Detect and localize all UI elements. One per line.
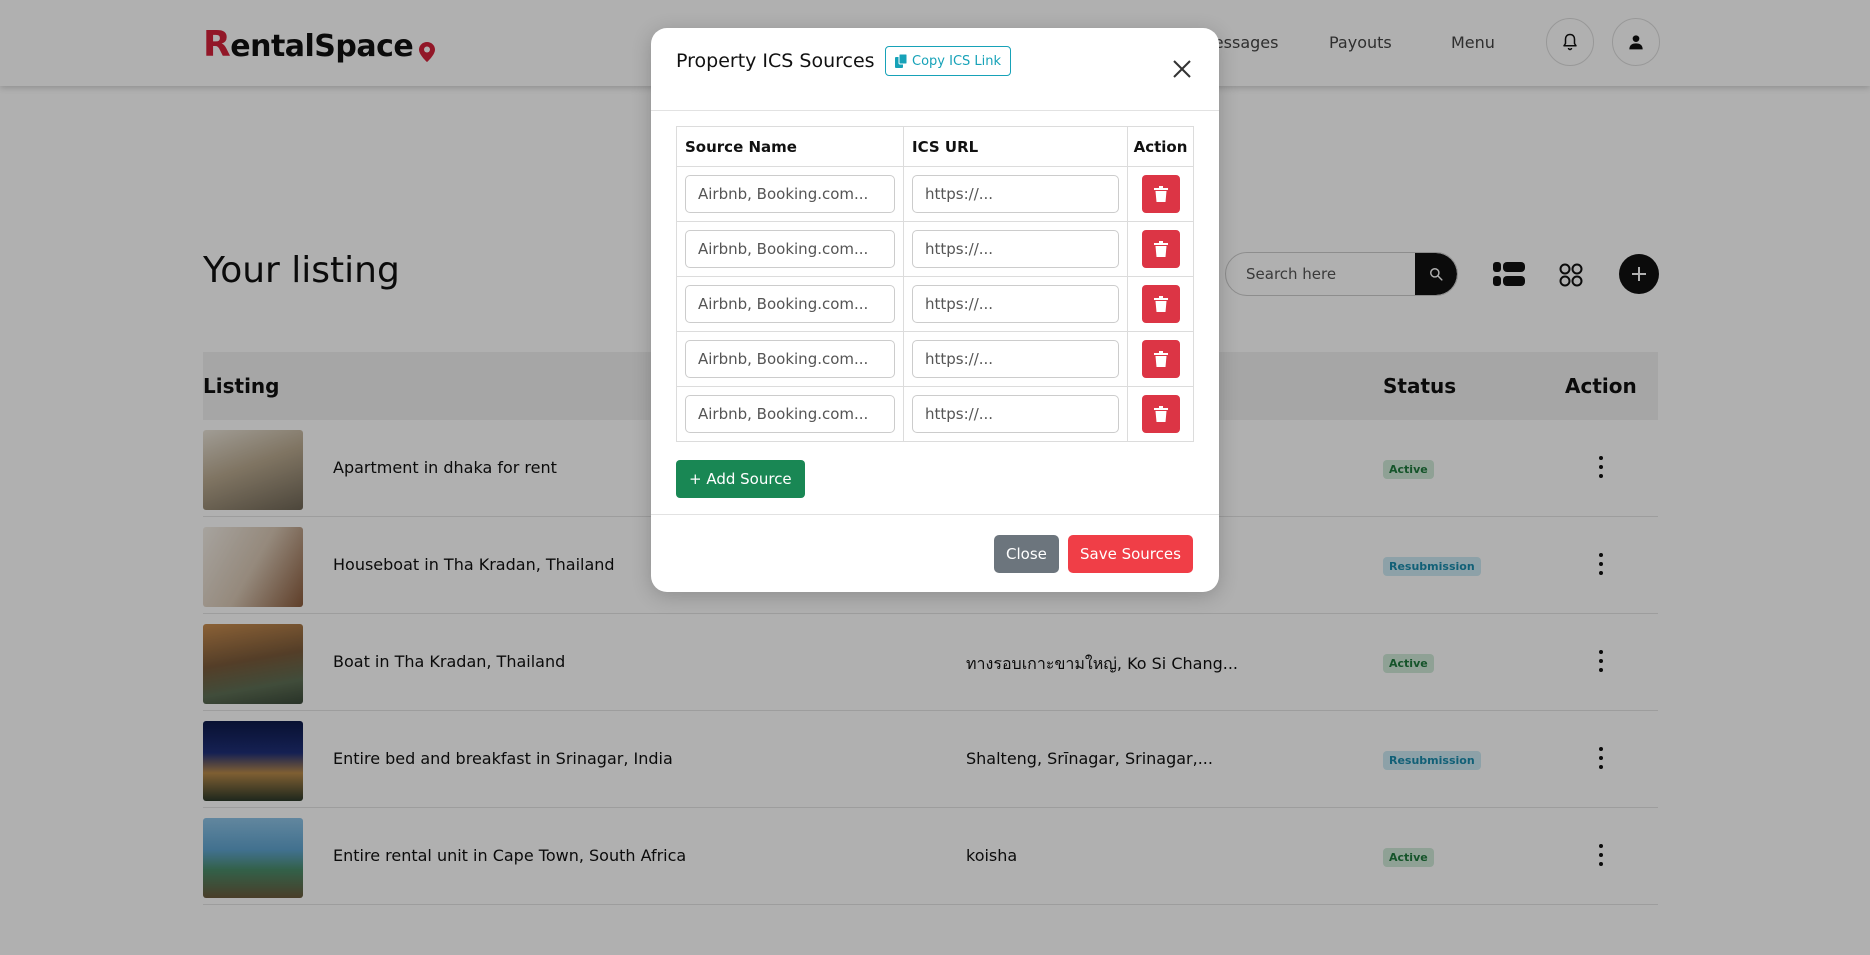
modal-footer: Close Save Sources (651, 514, 1219, 592)
copy-ics-link-label: Copy ICS Link (912, 53, 1002, 69)
trash-icon (1153, 186, 1168, 202)
delete-source-button[interactable] (1141, 285, 1180, 323)
copy-ics-link-button[interactable]: Copy ICS Link (885, 46, 1012, 76)
column-ics-url: ICS URL (903, 126, 1128, 167)
ics-source-row (676, 276, 1194, 332)
delete-source-button[interactable] (1141, 340, 1180, 378)
add-source-button[interactable]: + Add Source (676, 460, 805, 498)
delete-source-button[interactable] (1141, 395, 1180, 433)
column-action: Action (1127, 126, 1194, 167)
save-sources-button[interactable]: Save Sources (1068, 535, 1193, 573)
ics-source-row (676, 221, 1194, 277)
ics-table-header: Source Name ICS URL Action (676, 126, 1194, 167)
ics-url-input[interactable] (912, 175, 1119, 213)
column-source-name: Source Name (676, 126, 904, 167)
delete-source-button[interactable] (1141, 175, 1180, 213)
ics-source-row (676, 331, 1194, 387)
source-name-input[interactable] (685, 395, 895, 433)
delete-source-button[interactable] (1141, 230, 1180, 268)
trash-icon (1153, 351, 1168, 367)
source-name-input[interactable] (685, 175, 895, 213)
trash-icon (1153, 241, 1168, 257)
source-name-input[interactable] (685, 340, 895, 378)
ics-sources-modal: Property ICS Sources Copy ICS Link Sourc… (651, 28, 1219, 592)
copy-icon (895, 54, 908, 68)
ics-url-input[interactable] (912, 285, 1119, 323)
ics-sources-table: Source Name ICS URL Action (676, 126, 1194, 442)
ics-source-row (676, 166, 1194, 222)
modal-header: Property ICS Sources Copy ICS Link (651, 28, 1219, 111)
ics-source-row (676, 386, 1194, 442)
source-name-input[interactable] (685, 285, 895, 323)
trash-icon (1153, 406, 1168, 422)
close-icon[interactable] (1170, 57, 1194, 81)
source-name-input[interactable] (685, 230, 895, 268)
ics-url-input[interactable] (912, 230, 1119, 268)
trash-icon (1153, 296, 1168, 312)
modal-title: Property ICS Sources (676, 50, 875, 72)
close-button[interactable]: Close (994, 535, 1059, 573)
ics-url-input[interactable] (912, 395, 1119, 433)
ics-url-input[interactable] (912, 340, 1119, 378)
